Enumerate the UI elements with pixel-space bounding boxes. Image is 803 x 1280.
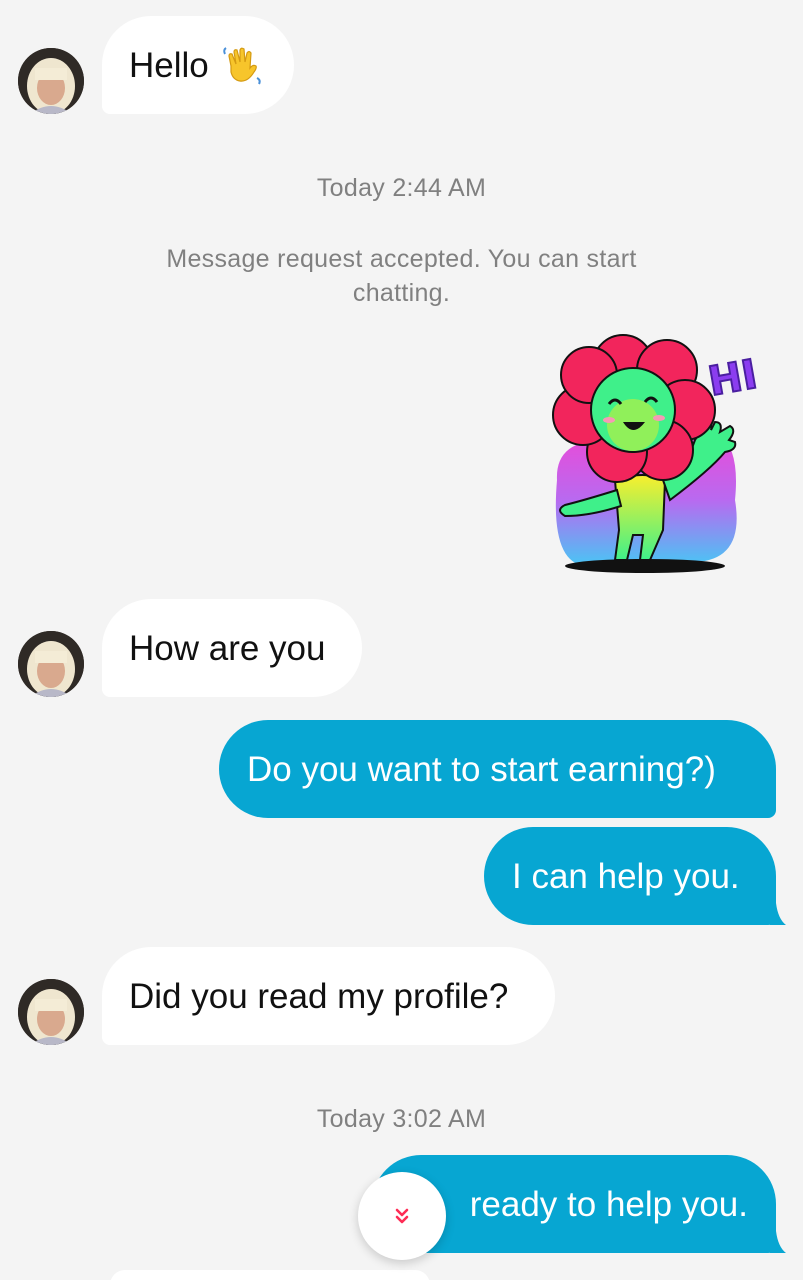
message-bubble-incoming[interactable]: Did you read my profile? xyxy=(102,947,555,1045)
bubble-tail xyxy=(770,1231,786,1253)
message-bubble-incoming[interactable]: How are you xyxy=(102,599,362,697)
double-chevron-down-icon xyxy=(395,1208,409,1224)
bubble-tail xyxy=(770,903,786,925)
avatar[interactable] xyxy=(18,979,84,1045)
message-text: Hello xyxy=(129,45,209,85)
message-text: I can help you. xyxy=(512,856,740,896)
avatar[interactable] xyxy=(18,48,84,114)
timestamp: Today 2:44 AM xyxy=(316,174,487,202)
message-text: How are you xyxy=(129,628,326,668)
waving-hand-icon xyxy=(221,44,263,86)
chat-screen: Hello Today 2:44 AM Message request acce… xyxy=(0,0,803,1280)
message-bubble-incoming[interactable]: Hello xyxy=(102,16,294,114)
scroll-to-bottom-button[interactable] xyxy=(358,1172,446,1260)
message-text: Did you read my profile? xyxy=(129,976,509,1016)
message-text: ready to help you. xyxy=(469,1184,748,1224)
message-bubble-outgoing[interactable]: I can help you. xyxy=(484,827,776,925)
message-text: Do you want to start earning?) xyxy=(247,749,716,789)
sticker-text: HI xyxy=(705,352,761,406)
timestamp: Today 3:02 AM xyxy=(316,1105,487,1133)
message-bubble-outgoing[interactable]: Do you want to start earning?) xyxy=(219,720,776,818)
flower-waving-sticker[interactable]: HI xyxy=(545,330,775,580)
message-bubble-incoming-partial xyxy=(110,1270,430,1280)
system-message: Message request accepted. You can start … xyxy=(166,245,637,307)
avatar[interactable] xyxy=(18,631,84,697)
